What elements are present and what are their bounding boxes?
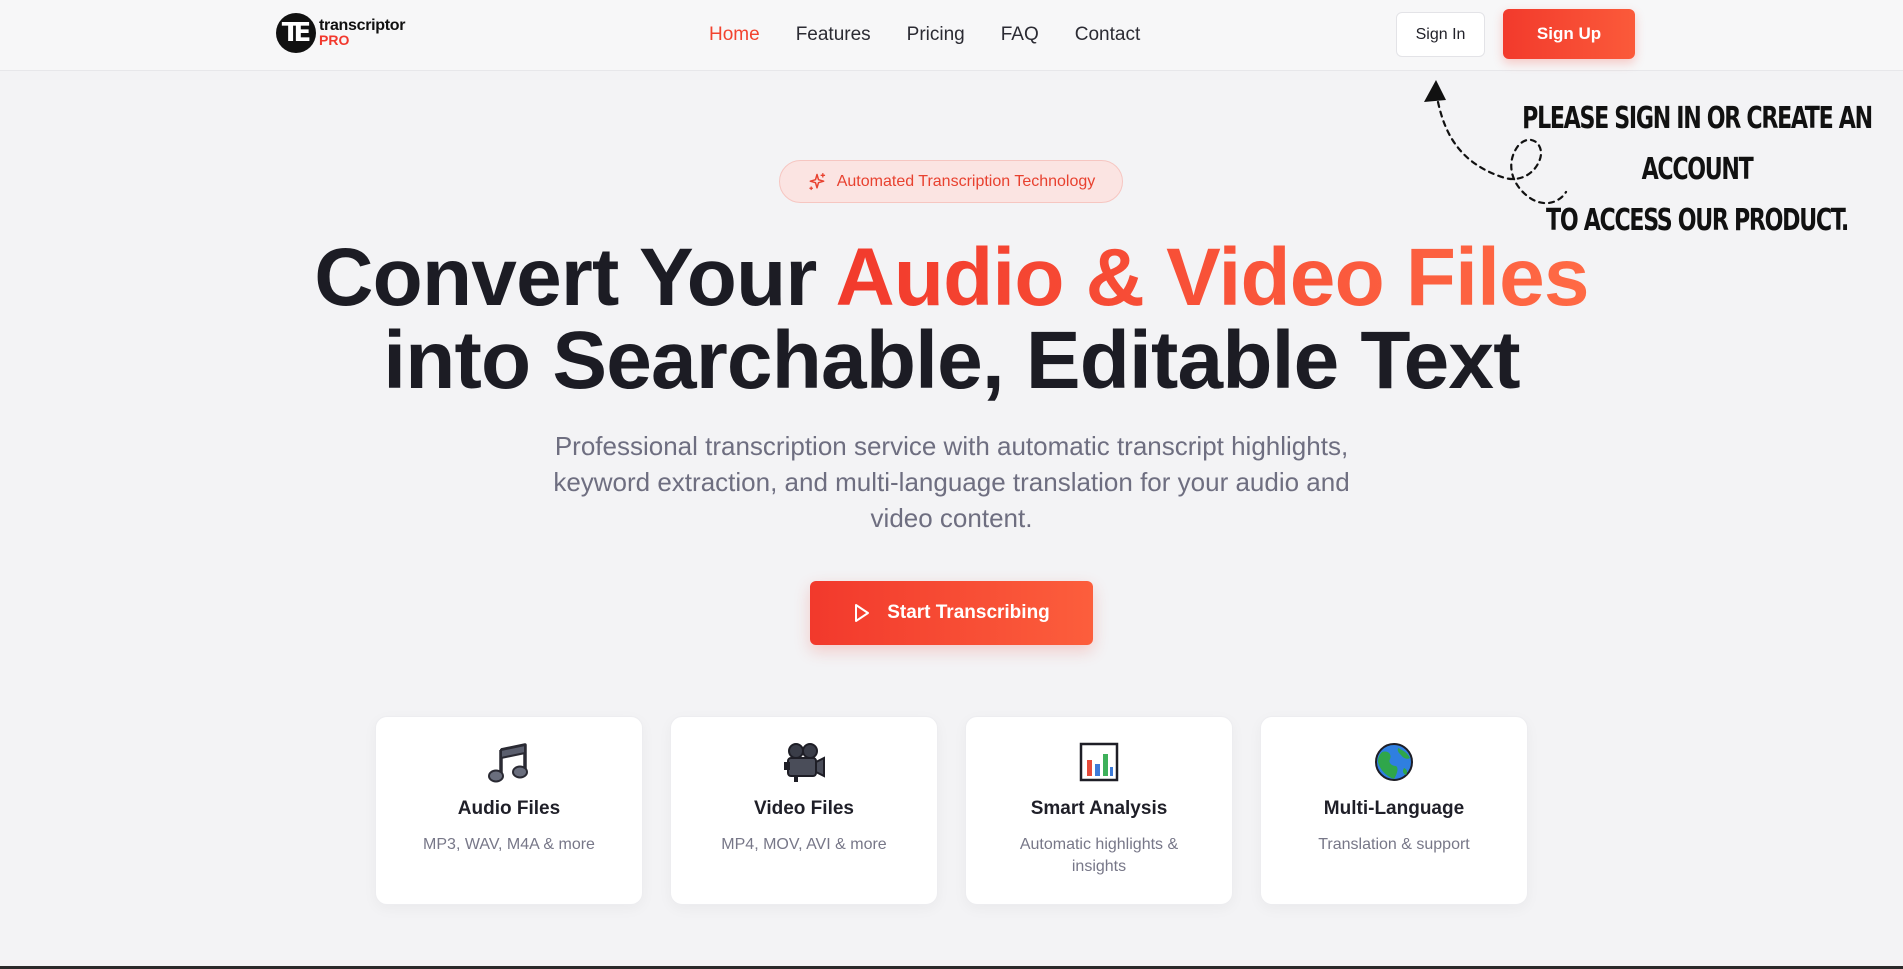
feature-desc: Automatic highlights & insights [1019, 836, 1179, 875]
play-icon [855, 604, 870, 622]
logo[interactable]: TE transcriptor PRO [276, 12, 406, 54]
hero-badge: Automated Transcription Technology [779, 160, 1123, 203]
logo-mark-icon: TE [276, 13, 316, 53]
nav-features[interactable]: Features [796, 22, 871, 48]
main-nav: Home Features Pricing FAQ Contact [709, 22, 1176, 48]
feature-title: Smart Analysis [1030, 798, 1168, 819]
feature-title: Multi-Language [1323, 798, 1465, 819]
logo-mark-text: TE [281, 18, 311, 48]
feature-desc: Translation & support [1318, 836, 1470, 853]
feature-title: Audio Files [457, 798, 561, 819]
hero-title-accent: Audio & Video Files [835, 232, 1589, 323]
feature-card-language: Multi-Language Translation & support [1260, 716, 1528, 905]
bar-chart-icon [1079, 742, 1119, 782]
hero-title: Convert Your Audio & Video Files into Se… [0, 236, 1903, 402]
nav-pricing[interactable]: Pricing [907, 22, 965, 48]
card-icon-wrap [376, 742, 642, 784]
nav-faq[interactable]: FAQ [1001, 22, 1039, 48]
music-notes-icon [488, 743, 528, 783]
hero-badge-text: Automated Transcription Technology [836, 172, 1096, 190]
card-icon-wrap [671, 742, 937, 784]
annotation-line-1: PLEASE SIGN IN OR CREATE AN ACCOUNT [1522, 101, 1873, 187]
logo-name: transcriptor [319, 17, 406, 34]
hero-subtitle: Professional transcription service with … [553, 431, 1350, 533]
feature-desc: MP4, MOV, AVI & more [721, 836, 887, 853]
top-navbar: TE transcriptor PRO Home Features Pricin… [0, 0, 1903, 71]
movie-camera-icon [784, 743, 825, 782]
sign-up-button[interactable]: Sign Up [1503, 9, 1635, 59]
hero-title-part2: into Searchable, Editable Text [383, 315, 1520, 406]
card-icon-wrap [1261, 742, 1527, 784]
logo-text: transcriptor PRO [319, 17, 406, 48]
card-icon-wrap [966, 742, 1232, 784]
feature-card-analysis: Smart Analysis Automatic highlights & in… [965, 716, 1233, 905]
feature-desc: MP3, WAV, M4A & more [423, 836, 595, 853]
hero-title-part1: Convert Your [314, 232, 836, 323]
nav-home[interactable]: Home [709, 22, 760, 48]
globe-icon [1375, 743, 1413, 781]
sparkle-icon [809, 172, 825, 190]
feature-card-audio: Audio Files MP3, WAV, M4A & more [375, 716, 643, 905]
sign-in-annotation: PLEASE SIGN IN OR CREATE AN ACCOUNT TO A… [1492, 93, 1902, 246]
feature-card-video: Video Files MP4, MOV, AVI & more [670, 716, 938, 905]
start-transcribing-label: Start Transcribing [887, 602, 1050, 623]
nav-contact[interactable]: Contact [1075, 22, 1140, 48]
feature-title: Video Files [754, 798, 854, 819]
logo-tag: PRO [319, 32, 350, 48]
sign-in-button[interactable]: Sign In [1396, 12, 1485, 57]
start-transcribing-button[interactable]: Start Transcribing [810, 581, 1093, 645]
